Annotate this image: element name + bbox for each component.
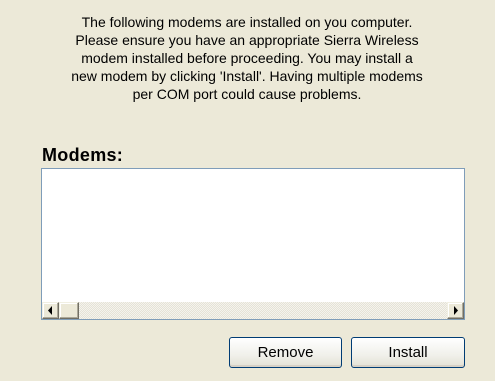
horizontal-scrollbar[interactable] [42, 302, 464, 319]
intro-line: new modem by clicking 'Install'. Having … [71, 68, 423, 84]
modems-listbox[interactable] [41, 168, 465, 320]
modems-label: Modems: [42, 145, 124, 165]
intro-line: modem installed before proceeding. You m… [81, 50, 413, 66]
intro-line: The following modems are installed on yo… [81, 14, 413, 30]
scroll-right-arrow-icon [454, 306, 458, 315]
scroll-thumb[interactable] [59, 302, 79, 319]
remove-button[interactable]: Remove [229, 337, 342, 368]
scroll-right-button[interactable] [447, 302, 464, 319]
intro-line: Please ensure you have an appropriate Si… [75, 32, 419, 48]
scroll-left-arrow-icon [48, 306, 52, 315]
install-button[interactable]: Install [351, 337, 465, 368]
intro-text: The following modems are installed on yo… [22, 13, 472, 103]
intro-line: per COM port could cause problems. [132, 86, 362, 102]
scroll-left-button[interactable] [42, 302, 59, 319]
